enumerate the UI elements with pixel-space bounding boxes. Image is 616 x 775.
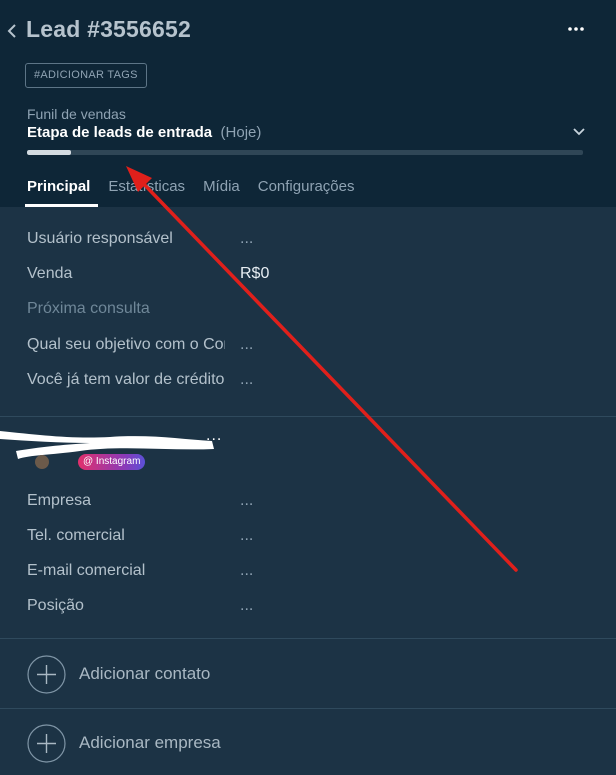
chevron-down-icon[interactable] (573, 127, 585, 137)
add-contact-button[interactable]: Adicionar contato (27, 654, 210, 694)
chevron-left-icon[interactable] (5, 22, 19, 40)
field-label: Venda (27, 265, 73, 282)
field-value[interactable]: ... (240, 562, 253, 580)
tab-bar: Principal Estatísticas Mídia Configuraçõ… (24, 176, 355, 207)
tab-midia[interactable]: Mídia (203, 176, 240, 207)
field-row-responsible-user: Usuário responsável ... (27, 228, 587, 250)
field-label: Posição (27, 597, 84, 614)
stage-progress-bar (27, 150, 583, 155)
field-value[interactable]: ... (240, 527, 253, 545)
add-company-button[interactable]: Adicionar empresa (27, 723, 221, 763)
field-row-credit-value: Você já tem valor de crédito? ... (27, 369, 587, 391)
stage-date: (Hoje) (220, 124, 262, 141)
field-row-business-email: E-mail comercial ... (27, 560, 587, 582)
field-value[interactable]: ... (240, 492, 253, 510)
avatar (35, 455, 49, 469)
divider (0, 638, 616, 639)
field-value[interactable]: ... (240, 597, 253, 615)
field-row-business-phone: Tel. comercial ... (27, 525, 587, 547)
add-contact-label: Adicionar contato (79, 664, 211, 683)
field-label: Tel. comercial (27, 527, 125, 544)
field-label: E-mail comercial (27, 562, 146, 579)
field-row-position: Posição ... (27, 595, 587, 617)
contact-more-button[interactable]: ... (206, 427, 222, 445)
tab-configuracoes[interactable]: Configurações (258, 176, 355, 207)
field-value[interactable]: ... (240, 336, 253, 354)
field-label: Qual seu objetivo com o Consórcio? (27, 336, 225, 353)
lead-header: Lead #3556652 #ADICIONAR TAGS Funil de v… (0, 0, 616, 207)
tab-estatisticas[interactable]: Estatísticas (108, 176, 185, 207)
plus-circle-icon (27, 723, 66, 763)
stage-name: Etapa de leads de entrada (27, 124, 213, 141)
field-label: Você já tem valor de crédito? (27, 371, 225, 388)
contact-card[interactable]: ... @ Instagram (0, 425, 616, 475)
stage-progress-fill (27, 150, 72, 155)
field-row-company: Empresa ... (27, 490, 587, 512)
field-value[interactable]: ... (240, 230, 253, 248)
field-value[interactable]: R$0 (240, 265, 269, 283)
more-options-icon[interactable] (566, 22, 586, 36)
field-value[interactable]: ... (240, 371, 253, 389)
add-company-label: Adicionar empresa (79, 733, 221, 752)
pipeline-label: Funil de vendas (27, 106, 126, 122)
tab-principal[interactable]: Principal (24, 176, 99, 207)
add-tags-button[interactable]: #ADICIONAR TAGS (25, 63, 147, 88)
field-row-next-appointment: Próxima consulta (27, 298, 587, 320)
instagram-badge[interactable]: @ Instagram (78, 454, 146, 470)
field-row-objective: Qual seu objetivo com o Consórcio? ... (27, 334, 587, 356)
field-row-sale: Venda R$0 (27, 263, 587, 285)
divider (0, 708, 616, 709)
divider (0, 416, 616, 417)
field-label: Empresa (27, 492, 92, 509)
plus-circle-icon (27, 654, 66, 694)
field-label: Usuário responsável (27, 230, 173, 247)
field-label: Próxima consulta (27, 300, 150, 317)
pipeline-stage-selector[interactable]: Etapa de leads de entrada (Hoje) (27, 124, 587, 144)
lead-title: Lead #3556652 (26, 16, 192, 42)
